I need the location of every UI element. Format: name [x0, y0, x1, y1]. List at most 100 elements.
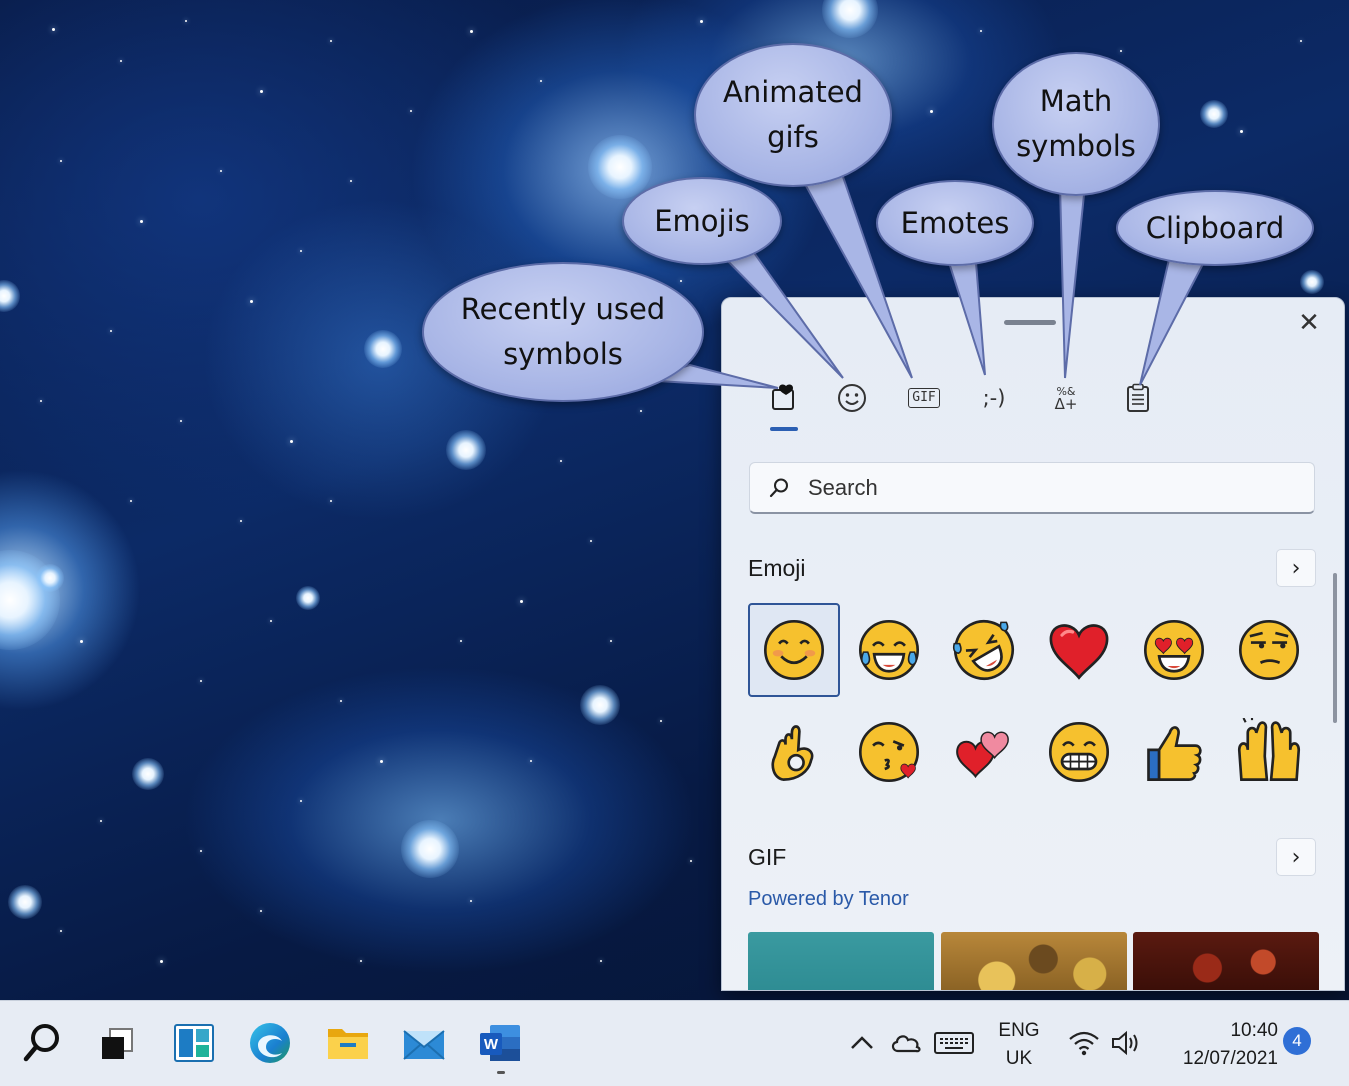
gif-icon: GIF	[908, 388, 940, 408]
bright-star	[8, 885, 42, 919]
touch-keyboard-icon	[934, 1032, 974, 1054]
callout-text: Clipboard	[1145, 210, 1285, 245]
emoji-face-with-tears-of-joy[interactable]	[843, 603, 935, 697]
bright-star	[588, 135, 652, 199]
star	[260, 90, 263, 93]
task-view-button[interactable]	[88, 1015, 144, 1071]
callout-text: Recently used	[460, 292, 666, 326]
star	[160, 960, 163, 963]
raising-hands-icon	[1237, 718, 1301, 781]
callout-text: Emojis	[654, 203, 750, 238]
taskbar: W ENG UK 10:40 12/07/2021	[0, 1000, 1349, 1086]
star	[340, 700, 342, 702]
bright-star	[0, 280, 20, 312]
emoji-rolling-on-the-floor-laughing[interactable]	[938, 603, 1030, 697]
star	[1300, 40, 1302, 42]
volume-button[interactable]	[1100, 1015, 1152, 1071]
edge-button[interactable]	[242, 1015, 298, 1071]
star	[60, 930, 62, 932]
drag-handle[interactable]	[1004, 320, 1056, 325]
powered-by-tenor-link[interactable]: Powered by Tenor	[748, 888, 909, 911]
star	[530, 760, 532, 762]
star	[130, 500, 132, 502]
star	[470, 30, 473, 33]
emoji-smiling-face-with-smiling-eyes[interactable]	[748, 603, 840, 697]
file-explorer-button[interactable]	[320, 1015, 376, 1071]
star	[520, 600, 523, 603]
mail-button[interactable]	[396, 1015, 452, 1071]
tab-clipboard[interactable]	[1118, 378, 1158, 418]
star	[660, 720, 662, 722]
touch-keyboard-button[interactable]	[926, 1015, 982, 1071]
star	[220, 170, 222, 172]
emoji-two-hearts[interactable]	[938, 705, 1030, 799]
emoji-more-button[interactable]: ›	[1276, 549, 1316, 587]
widgets-button[interactable]	[166, 1015, 222, 1071]
svg-text:W: W	[484, 1036, 499, 1053]
star	[350, 180, 352, 182]
star	[330, 40, 332, 42]
star	[540, 80, 542, 82]
tab-symbols[interactable]: %& Δ+	[1046, 378, 1086, 418]
star	[110, 330, 112, 332]
star	[250, 300, 253, 303]
emoji-unamused-face[interactable]	[1223, 603, 1315, 697]
emoji-panel: ✕ GIF ;-) %& Δ+ Search Emoji › GIF › Pow…	[721, 297, 1345, 991]
gif-thumbnail[interactable]	[1133, 932, 1319, 990]
chevron-up-icon	[851, 1036, 873, 1049]
two-hearts-icon	[956, 731, 1009, 779]
emoji-thumbs-up[interactable]	[1128, 705, 1220, 799]
clock-button[interactable]: 10:40 12/07/2021	[1160, 1017, 1278, 1073]
star	[120, 60, 122, 62]
callout-text: gifs	[767, 120, 819, 154]
star	[300, 250, 302, 252]
search-input[interactable]	[806, 473, 1290, 502]
emoji-section-title: Emoji	[748, 555, 806, 581]
word-button[interactable]: W	[472, 1015, 528, 1071]
ok-hand-icon	[771, 725, 814, 781]
gif-thumbnail[interactable]	[941, 932, 1127, 990]
emoji-smiling-face-with-heart-eyes[interactable]	[1128, 603, 1220, 697]
emoji-ok-hand[interactable]	[748, 705, 840, 799]
gif-thumbnail[interactable]	[748, 932, 934, 990]
callout-emojis: Emojis	[622, 177, 782, 265]
mail-icon	[403, 1030, 445, 1060]
star	[930, 110, 933, 113]
gif-more-button[interactable]: ›	[1276, 838, 1316, 876]
tab-emoji[interactable]	[832, 378, 872, 418]
gif-section-title: GIF	[748, 844, 787, 870]
bright-star	[296, 586, 320, 610]
file-explorer-icon	[328, 1029, 368, 1059]
emoji-red-heart[interactable]	[1033, 603, 1125, 697]
kaomoji-icon: ;-)	[982, 386, 1006, 410]
tab-recently-used[interactable]	[764, 378, 804, 418]
star	[200, 850, 202, 852]
face-with-tears-of-joy-icon	[858, 619, 920, 681]
notification-badge[interactable]: 4	[1283, 1027, 1311, 1055]
active-app-indicator	[497, 1071, 505, 1074]
callout-text: symbols	[1016, 129, 1136, 163]
star	[600, 960, 602, 962]
bright-star	[446, 430, 486, 470]
input-language-button[interactable]: ENG UK	[993, 1017, 1045, 1073]
tab-kaomoji[interactable]: ;-)	[974, 378, 1014, 418]
rolling-on-the-floor-laughing-icon	[952, 619, 1015, 681]
speaker-icon	[1112, 1030, 1138, 1056]
star	[300, 800, 302, 802]
star	[290, 440, 293, 443]
bright-star	[1300, 270, 1324, 294]
onedrive-cloud-icon	[891, 1035, 921, 1053]
close-button[interactable]: ✕	[1294, 308, 1324, 338]
taskbar-search-button[interactable]	[14, 1015, 70, 1071]
widgets-icon	[174, 1024, 214, 1062]
star	[185, 20, 187, 22]
smiley-icon	[838, 384, 866, 412]
scrollbar[interactable]	[1333, 573, 1337, 723]
face-blowing-a-kiss-icon	[858, 721, 920, 783]
tab-gif[interactable]: GIF	[904, 378, 944, 418]
search-box[interactable]	[749, 462, 1315, 514]
callout-text: Animated	[723, 75, 863, 109]
emoji-beaming-face-with-smiling-eyes[interactable]	[1033, 705, 1125, 799]
emoji-raising-hands[interactable]	[1223, 705, 1315, 799]
emoji-face-blowing-a-kiss[interactable]	[843, 705, 935, 799]
